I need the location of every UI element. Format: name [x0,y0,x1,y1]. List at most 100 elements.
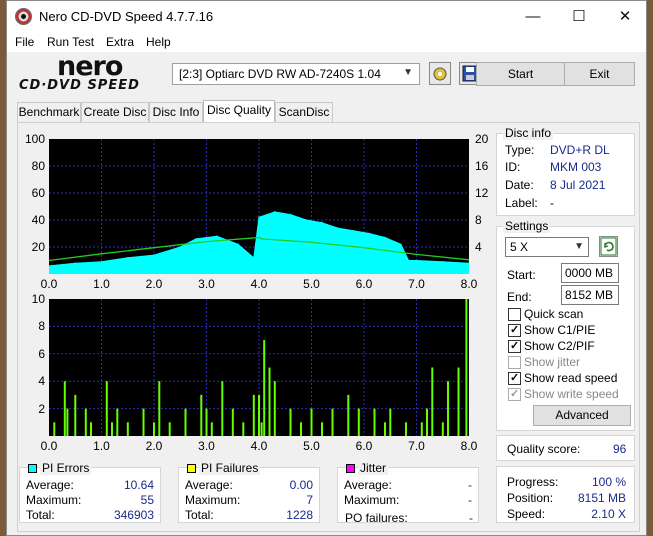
pi-errors-avg-label: Average: [26,478,74,492]
pi-errors-point [352,230,355,232]
pi-failures-max-label: Maximum: [185,493,241,507]
po-failures-label: PO failures: [345,511,408,525]
pi-failures-bar [84,408,87,436]
chart1-ytick-right-label: 16 [475,159,489,173]
chart2-xtick-label: 6.0 [355,439,373,453]
pi-failures-bar [289,408,292,436]
menu-help[interactable]: Help [146,35,171,49]
start-label: Start: [507,268,536,282]
pi-failures-bar [63,381,66,436]
pi-errors-point [258,216,260,219]
po-failures-value: - [469,511,473,525]
pi-errors-max-label: Maximum: [26,493,82,507]
pi-failures-bar [431,367,434,436]
progress-group: Progress: 100 % Position: 8151 MB Speed:… [496,466,635,523]
pi-errors-max-value: 55 [140,493,154,507]
chart1-xtick-label: 7.0 [408,277,425,291]
jitter-legend-swatch [346,464,355,473]
pi-errors-point [384,236,386,239]
chart1-ytick-right-label: 12 [475,186,489,200]
pi-errors-point [179,246,182,248]
exit-button[interactable]: Exit [564,62,635,86]
pi-failures-legend-swatch [187,464,196,473]
pi-errors-total-value: 346903 [113,508,154,522]
read-speed-point [153,246,155,249]
chart2-ytick-label: 10 [31,292,45,306]
disc-type-label: Type: [505,143,535,157]
chart1-xtick-label: 4.0 [250,277,268,291]
menu-run-test[interactable]: Run Test [47,35,94,49]
pi-failures-bar [268,367,271,436]
tab-scandisc[interactable]: ScanDisc [275,102,333,122]
minimize-button[interactable]: — [510,1,556,32]
show-read-speed-checkbox[interactable] [508,371,521,385]
disc-id-value: MKM 003 [550,160,602,174]
pi-errors-chart [48,139,470,275]
pi-failures-plot [49,299,469,436]
pi-errors-point [321,221,323,224]
chart1-xtick-label: 0.0 [40,277,58,291]
disc-date-label: Date: [505,178,534,192]
chart2-ytick-label: 4 [38,374,45,389]
jitter-title: Jitter [358,461,389,475]
pi-failures-bar [373,408,376,436]
pi-failures-avg-value: 0.00 [289,478,313,492]
chart1-ytick-left-label: 100 [24,132,45,146]
tab-disc-quality[interactable]: Disc Quality [203,100,275,123]
disc-id-label: ID: [505,160,521,174]
tab-create-disc[interactable]: Create Disc [81,102,149,122]
pi-failures-total-value: 1228 [286,508,313,522]
pi-failures-bar [158,381,161,436]
drive-select[interactable]: [2:3] Optiarc DVD RW AD-7240S 1.04 ▼ [172,63,420,85]
progress-value: 100 % [591,475,626,489]
show-c2-checkbox[interactable] [508,339,521,353]
quick-scan-checkbox[interactable] [508,308,521,321]
logo-product: CD·DVD SPEED [19,78,140,93]
advanced-button[interactable]: Advanced [533,405,631,426]
pi-failures-bar [357,408,360,436]
close-button[interactable]: ✕ [602,1,648,32]
chevron-down-icon: ▼ [574,241,584,252]
pi-failures-bar [126,422,129,436]
maximize-button[interactable]: ☐ [556,1,602,32]
pi-failures-bar [310,408,313,436]
pi-errors-point [274,211,276,213]
position-label: Position: [507,491,554,505]
pi-failures-max-value: 7 [306,493,313,507]
chart2-xtick-label: 4.0 [250,439,268,453]
speed-value: 2.10 X [591,507,626,521]
show-c1-checkbox[interactable] [508,323,521,337]
quality-score-label: Quality score: [507,442,581,456]
start-input[interactable]: 0000 MB [561,263,619,283]
pi-errors-point [127,257,129,259]
pi-failures-bar [465,299,468,436]
speed-select[interactable]: 5 X ▼ [505,237,589,257]
menu-bar: File Run Test Extra Help [7,32,646,52]
menu-extra[interactable]: Extra [106,35,134,49]
drive-info-button[interactable] [429,62,451,85]
show-read-speed-label: Show read speed [524,371,618,385]
title-bar[interactable]: Nero CD-DVD Speed 4.7.7.16 — ☐ ✕ [7,1,646,32]
disc-info-title: Disc info [503,126,554,140]
pi-failures-bar [252,394,255,436]
pi-failures-avg-label: Average: [185,478,233,492]
pi-errors-point [415,259,418,262]
tab-benchmark[interactable]: Benchmark [17,102,81,122]
settings-title: Settings [503,219,551,233]
refresh-speed-button[interactable] [599,236,618,257]
end-input[interactable]: 8152 MB [561,285,619,305]
tab-disc-info[interactable]: Disc Info [149,102,203,122]
pi-failures-bar [331,408,334,436]
pi-errors-point [195,238,197,240]
start-button[interactable]: Start [476,62,565,86]
chart1-xtick-label: 6.0 [355,277,373,291]
end-label: End: [507,290,532,304]
menu-file[interactable]: File [15,35,34,49]
pi-failures-bar [420,422,423,436]
pi-failures-title: PI Failures [199,461,261,475]
nero-logo: nero CD·DVD SPEED [17,51,167,95]
show-c1-label: Show C1/PIE [524,323,596,337]
chart2-xtick-label: 2.0 [145,439,163,453]
speed-label: Speed: [507,507,546,521]
disc-label-label: Label: [505,196,538,210]
